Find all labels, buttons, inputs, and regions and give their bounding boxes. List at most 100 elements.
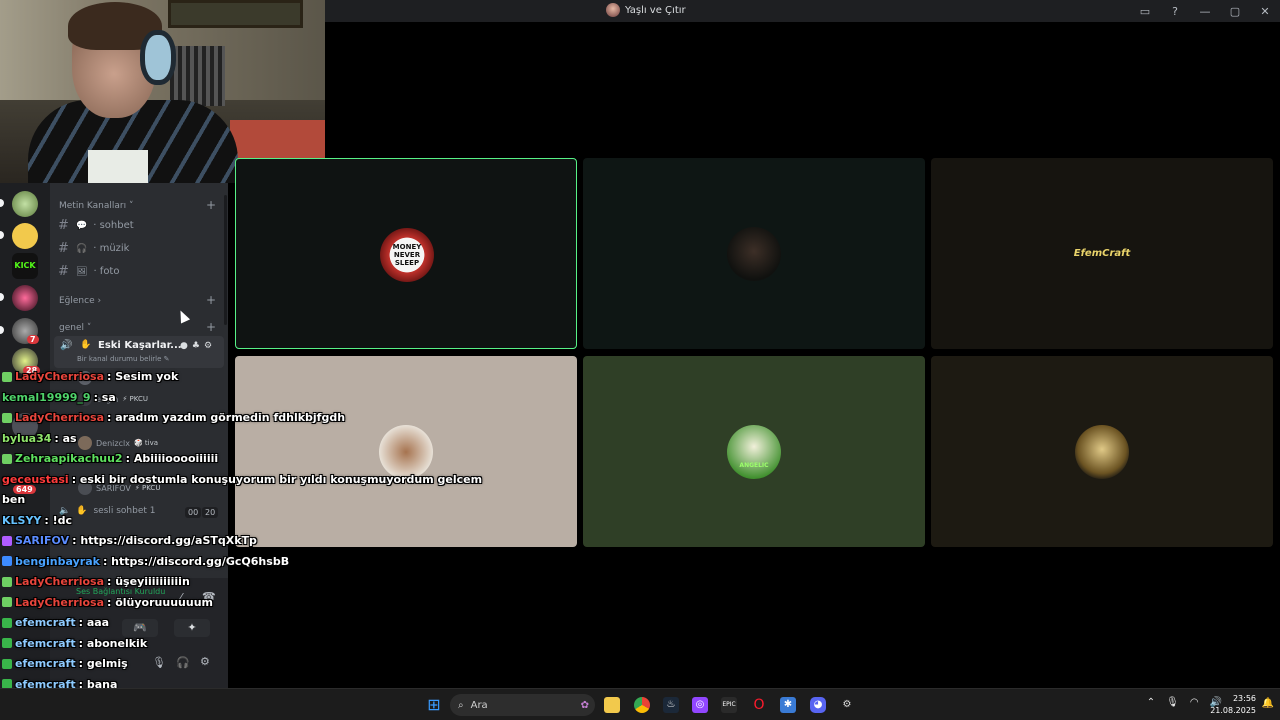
add-member-icon[interactable]: ♣	[192, 341, 200, 351]
add-channel-icon[interactable]: +	[206, 198, 216, 212]
maximize-icon[interactable]: ▢	[1220, 5, 1250, 18]
channel-label: · foto	[93, 266, 120, 277]
windows-taskbar: ⊞ ⌕ Ara ✿ ♨ ◎ EPIC O ✱ ◕ ⚙ ⌃ 🎙 ◠ 🔊 23:56…	[0, 688, 1280, 720]
chat-badge-icon	[2, 658, 12, 669]
gear-icon[interactable]: ⚙	[204, 341, 212, 351]
chat-username: efemcraft	[15, 657, 76, 670]
search-highlight-icon: ✿	[580, 699, 589, 711]
soundboard-button[interactable]: ✦	[174, 619, 210, 637]
clock-date: 21.08.2025	[1210, 706, 1256, 715]
add-channel-icon[interactable]: +	[206, 293, 216, 307]
chat-bubble-icon[interactable]: ●	[180, 341, 188, 351]
app-icon-purple[interactable]: ◎	[692, 697, 708, 713]
voice-channel-actions: ● ♣ ⚙	[180, 341, 212, 351]
video-tile-efemcraft[interactable]: EfemCraft	[931, 158, 1273, 349]
chat-message: efemcraft: aaa	[2, 616, 109, 629]
steam-icon[interactable]: ♨	[663, 697, 679, 713]
chat-username: kemal19999_9	[2, 390, 91, 404]
tile-label: MONEY NEVER SLEEP	[392, 242, 422, 267]
video-tile-king[interactable]	[931, 356, 1273, 547]
member-badge: ⚡ PKCU	[122, 395, 148, 403]
chat-badge-icon	[2, 412, 12, 423]
chevron-up-icon[interactable]: ⌃	[1147, 697, 1155, 708]
sidebar-scrollbar[interactable]	[224, 195, 227, 325]
add-channel-icon[interactable]: +	[206, 320, 216, 334]
chat-username: efemcraft	[15, 616, 76, 629]
help-icon[interactable]: ?	[1160, 5, 1190, 18]
server-indicator	[0, 326, 4, 334]
avatar: MONEY NEVER SLEEP	[380, 227, 434, 282]
notification-icon[interactable]: 🔔	[1262, 698, 1274, 709]
taskbar-search[interactable]: ⌕ Ara ✿	[450, 694, 595, 716]
category-eglence[interactable]: Eğlence ›	[59, 296, 101, 306]
windows-start-icon[interactable]: ⊞	[426, 697, 442, 713]
chat-text: : eski bir dostumla konuşuyorum bir yıld…	[71, 472, 483, 486]
headset-icon[interactable]: 🎧	[176, 656, 190, 669]
search-icon: ⌕	[458, 699, 464, 711]
activity-button[interactable]: 🎮	[122, 619, 158, 637]
kick-server-icon[interactable]: KICK	[12, 253, 38, 279]
hash-icon: #	[58, 218, 69, 233]
video-tile-money[interactable]: MONEY NEVER SLEEP	[235, 158, 577, 349]
chat-message: LadyCherriosa: Sesim yok	[2, 370, 178, 383]
server-icon-4[interactable]	[12, 285, 38, 311]
microphone-tray-icon[interactable]: 🎙	[1166, 697, 1179, 708]
channel-sohbet[interactable]: # 💬 · sohbet	[58, 218, 134, 233]
chat-username: ben	[2, 493, 26, 506]
avatar: ANGELIC	[727, 424, 781, 479]
chat-badge-icon	[2, 371, 12, 382]
video-tile-photo[interactable]	[235, 356, 577, 547]
category-genel[interactable]: genel ˅	[59, 323, 91, 333]
server-icon-2[interactable]	[12, 223, 38, 249]
discord-icon[interactable]: ◕	[810, 697, 826, 713]
chat-badge-icon	[2, 453, 12, 464]
channel-label: sesli sohbet 1	[93, 506, 156, 516]
chat-text: : as	[54, 431, 77, 445]
gear-icon[interactable]: ⚙	[200, 655, 210, 668]
taskbar-clock[interactable]: 23:56 21.08.2025	[1210, 693, 1256, 717]
webcam-person-shirt	[88, 150, 148, 183]
tile-label: EfemCraft	[1073, 247, 1131, 259]
webcam-headset	[140, 30, 176, 85]
inbox-icon[interactable]: ▭	[1130, 5, 1160, 18]
member-name: Denizclx	[96, 438, 130, 448]
chat-badge-icon	[2, 556, 12, 566]
video-tile-anime[interactable]: ANGELIC	[583, 356, 925, 547]
speaker-icon: 🔊	[60, 340, 73, 351]
minimize-icon[interactable]: —	[1190, 5, 1220, 18]
app-icon-blue[interactable]: ✱	[780, 697, 796, 713]
chat-username: Zehraapikachuu2	[15, 452, 123, 465]
chat-text: : https://discord.gg/GcQ6hsbB	[102, 554, 290, 568]
file-explorer-icon[interactable]	[604, 697, 620, 713]
chat-message: LadyCherriosa: aradım yazdım görmedin fd…	[2, 411, 345, 424]
opera-icon[interactable]: O	[751, 697, 767, 713]
chat-message: efemcraft: abonelkik	[2, 637, 147, 650]
voice-channel-sesli[interactable]: 🔈 ✋ sesli sohbet 1	[59, 506, 155, 516]
chat-username: geceustasi	[2, 472, 69, 486]
channel-muzik[interactable]: # 🎧 · müzik	[58, 241, 129, 256]
close-icon[interactable]: ✕	[1250, 5, 1280, 18]
chat-username: KLSYY	[2, 513, 42, 527]
video-tile-dark-portrait[interactable]	[583, 158, 925, 349]
server-icon-1[interactable]	[12, 191, 38, 217]
avatar	[78, 436, 92, 450]
chat-message: benginbayrak: https://discord.gg/GcQ6hsb…	[2, 555, 289, 568]
avatar	[1075, 424, 1129, 479]
chat-badge-icon	[2, 535, 12, 546]
voice-member[interactable]: Denizclx 🎲 tiva	[78, 436, 158, 450]
epic-games-icon[interactable]: EPIC	[721, 697, 737, 713]
chat-text: : aaa	[78, 616, 110, 629]
chat-text: : Abiiiiooooiiiiii	[125, 452, 219, 465]
channel-foto[interactable]: # 🖼 · foto	[58, 264, 119, 279]
app-icon-gear[interactable]: ⚙	[839, 697, 855, 713]
chrome-icon[interactable]	[634, 697, 650, 713]
chat-message: KLSYY: !dc	[2, 514, 72, 527]
category-text-channels[interactable]: Metin Kanalları ˅	[59, 201, 133, 211]
wifi-icon[interactable]: ◠	[1190, 697, 1199, 708]
webcam-overlay	[0, 0, 325, 183]
chat-badge-icon	[2, 638, 12, 648]
chat-message: ben	[2, 493, 25, 506]
voice-channel-status[interactable]: Bir kanal durumu belirle ✎	[77, 355, 170, 363]
tile-label: ANGELIC	[739, 461, 769, 469]
microphone-icon[interactable]: 🎙	[152, 656, 166, 669]
